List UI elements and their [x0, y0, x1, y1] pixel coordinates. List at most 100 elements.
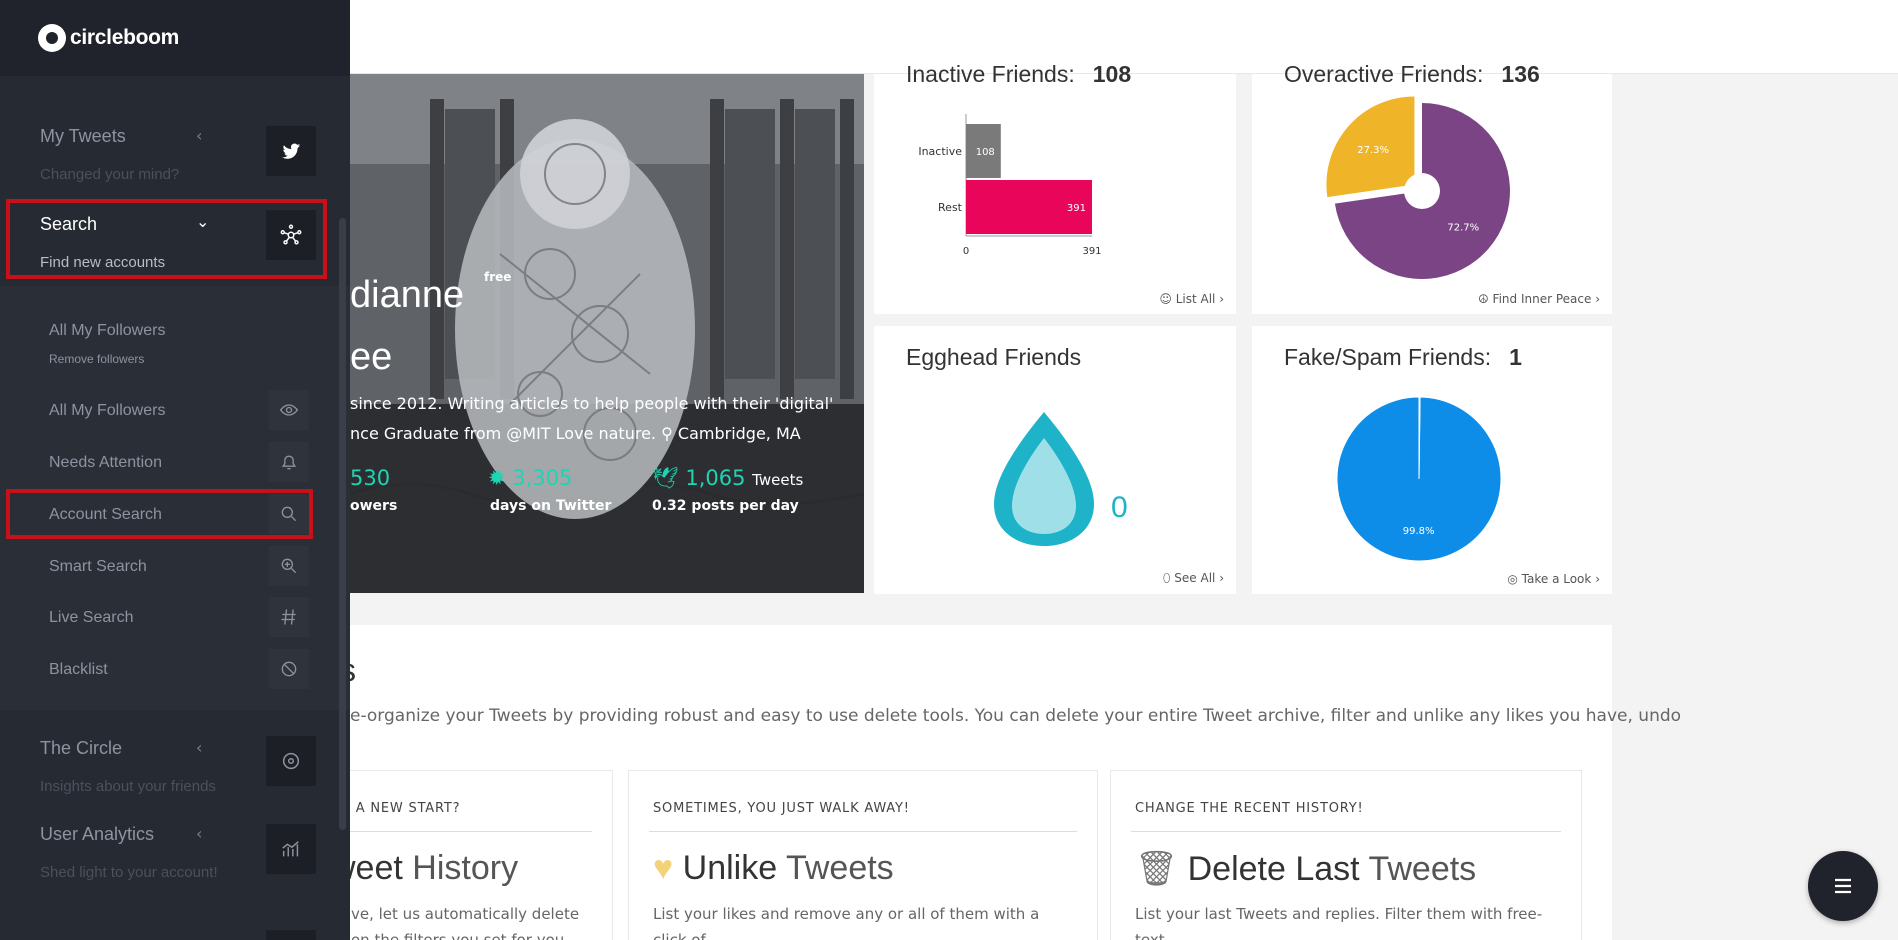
followers-label: owers — [350, 498, 398, 514]
take-a-look-link[interactable]: ◎ Take a Look › — [1507, 572, 1600, 586]
section-title: The Circle — [40, 738, 123, 758]
submenu-label: Blacklist — [49, 661, 108, 678]
take-a-look-label: Take a Look — [1521, 572, 1592, 586]
data-label: 391 — [1067, 203, 1086, 214]
egg-icon — [994, 412, 1094, 546]
tool-kicker: CHANGE THE RECENT HISTORY! — [1135, 801, 1364, 816]
tweets-stat: 🕊 1,065 Tweets — [652, 466, 803, 491]
menu-icon — [1835, 878, 1851, 894]
sidebar-section-my-tweets[interactable]: My Tweets ‹ Changed your mind? — [0, 104, 350, 184]
pie-label: 72.7% — [1447, 223, 1479, 234]
overactive-count: 136 — [1501, 61, 1540, 87]
tool-text: List your likes and remove any or all of… — [653, 905, 1040, 940]
section-title: My Tweets — [40, 126, 126, 146]
submenu-item-live-search[interactable]: Live Search — [0, 597, 350, 637]
posts-per-day-label: 0.32 posts per day — [652, 498, 799, 514]
submenu-label: All My Followers — [49, 322, 166, 339]
plan-badge: free — [484, 270, 512, 284]
days-count: 3,305 — [512, 466, 573, 490]
inactive-friends-card: Inactive Friends: 108 Inactive 108 Rest 391 0… — [874, 61, 1236, 314]
section-title: User Analytics — [40, 824, 155, 844]
brand-name: circleboom — [70, 26, 180, 49]
submenu-label: Needs Attention — [49, 454, 162, 471]
eye-icon[interactable] — [269, 390, 309, 430]
tool-title-bold: Delete Last — [1187, 850, 1360, 888]
location-pin-icon: ⚲ — [661, 424, 673, 443]
tool-title-light: History — [412, 849, 519, 887]
days-stat: ✹ 3,305 — [488, 466, 572, 490]
twitter-bird-icon: 🕊 — [652, 466, 679, 490]
circleboom-logo-icon — [38, 24, 66, 52]
submenu-item-blacklist[interactable]: Blacklist — [0, 649, 350, 689]
egg-small-icon: ⬯ — [1162, 571, 1171, 585]
submenu-item-needs-attention[interactable]: Needs Attention — [0, 442, 350, 482]
tool-title: 🗑 Delete Last Tweets — [1135, 849, 1476, 889]
see-all-link[interactable]: ⬯ See All › — [1163, 571, 1224, 586]
divider — [341, 831, 592, 832]
circle-target-icon[interactable] — [266, 736, 316, 786]
section-subtitle: Changed your mind? — [40, 166, 180, 183]
tool-card-unlike-tweets[interactable]: SOMETIMES, YOU JUST WALK AWAY! ♥ Unlike … — [628, 770, 1098, 940]
sidebar-scrollbar[interactable] — [339, 218, 346, 830]
submenu-item-smart-search[interactable]: Smart Search — [0, 546, 350, 586]
submenu-item-all-my-followers[interactable]: All My Followers — [0, 390, 350, 430]
next-section-icon[interactable] — [266, 930, 316, 940]
sidebar-section-user-analytics[interactable]: User Analytics ‹ Shed light to your acco… — [0, 814, 350, 894]
highlight-box-account-search — [6, 489, 313, 539]
trash-icon: 🗑 — [1135, 850, 1179, 888]
ban-icon[interactable] — [269, 649, 309, 689]
chevron-left-icon: ‹ — [196, 824, 203, 843]
inactive-title: Inactive Friends: 108 — [906, 61, 1131, 88]
analytics-icon[interactable] — [266, 824, 316, 874]
data-label: 108 — [976, 147, 995, 158]
inactive-title-text: Inactive Friends: — [906, 61, 1075, 87]
brand-logo[interactable]: circleboom — [0, 0, 350, 76]
category-label: Rest — [938, 201, 963, 214]
find-inner-peace-link[interactable]: ☮ Find Inner Peace › — [1478, 292, 1600, 306]
tool-card-delete-last-tweets[interactable]: CHANGE THE RECENT HISTORY! 🗑 Delete Last… — [1110, 770, 1582, 940]
tool-text: List your last Tweets and replies. Filte… — [1135, 905, 1543, 940]
egghead-friends-card: Egghead Friends 0 ⬯ See All › — [874, 326, 1236, 594]
list-all-link[interactable]: ☺ List All › — [1159, 292, 1224, 306]
fake-title-text: Fake/Spam Friends: — [1284, 344, 1492, 370]
x-tick-label: 391 — [1082, 246, 1101, 257]
followers-count: 530 — [350, 466, 391, 490]
tool-title-bold: Unlike — [682, 849, 778, 887]
chevron-right-icon: › — [1219, 292, 1224, 306]
app-root: dianne free ee since 2012. Writing artic… — [0, 0, 1898, 940]
tool-title-light: Tweets — [785, 849, 894, 887]
section-description: e-organize your Tweets by providing robu… — [350, 706, 1682, 726]
profile-name-line2: ee — [350, 336, 393, 378]
tweets-unit: Tweets — [752, 471, 804, 489]
overactive-title: Overactive Friends: 136 — [1284, 61, 1540, 88]
section-subtitle: Insights about your friends — [40, 778, 216, 795]
broken-heart-icon: ♥ — [653, 849, 674, 887]
see-all-label: See All — [1174, 571, 1216, 585]
egghead-title: Egghead Friends — [906, 344, 1082, 370]
submenu-label: All My Followers — [49, 402, 166, 419]
tweets-count: 1,065 — [685, 466, 746, 490]
menu-fab-button[interactable] — [1808, 851, 1878, 921]
profile-bio-line2: nce Graduate from @MIT Love nature. ⚲ Ca… — [350, 424, 801, 443]
chevron-right-icon: › — [1219, 571, 1224, 585]
twitter-icon[interactable] — [266, 126, 316, 176]
badge-icon: ✹ — [488, 466, 506, 490]
zoom-in-icon[interactable] — [269, 546, 309, 586]
sidebar-section-the-circle[interactable]: The Circle ‹ Insights about your friends — [0, 726, 350, 806]
submenu-label: Live Search — [49, 609, 134, 626]
location-text: Cambridge, MA — [677, 424, 801, 443]
submenu-item-all-my-followers-remove[interactable]: All My Followers Remove followers — [0, 320, 350, 370]
fake-title: Fake/Spam Friends: 1 — [1284, 344, 1522, 371]
tool-title: weet History — [331, 849, 518, 888]
chevron-left-icon: ‹ — [196, 738, 203, 757]
profile-name-line1: dianne — [350, 274, 465, 316]
bell-icon[interactable] — [269, 442, 309, 482]
tool-title: ♥ Unlike Tweets — [653, 849, 894, 888]
chevron-left-icon: ‹ — [196, 126, 203, 145]
highlight-box-search — [6, 199, 327, 279]
hashtag-icon[interactable] — [269, 597, 309, 637]
pie-label: 99.8% — [1403, 526, 1435, 537]
overactive-friends-card: Overactive Friends: 136 27.3% 72.7% ☮ Find… — [1252, 61, 1612, 314]
tool-text: ve, let us automatically delete on the f… — [351, 905, 580, 940]
glasses-icon: ◎ — [1507, 572, 1518, 586]
